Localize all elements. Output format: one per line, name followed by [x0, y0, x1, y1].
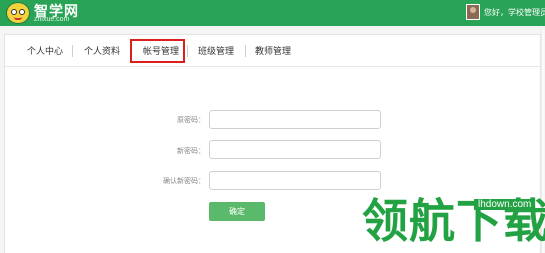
tab-divider: [245, 45, 246, 57]
mascot-logo-icon[interactable]: [6, 2, 30, 24]
old-password-field[interactable]: [209, 110, 381, 129]
tab-personal-info[interactable]: 个人资料: [84, 44, 120, 57]
watermark-url: lhdown.com: [474, 199, 536, 210]
tab-divider: [72, 45, 73, 57]
tab-account-management[interactable]: 帐号管理: [143, 44, 179, 57]
new-password-label: 新密码：: [177, 147, 205, 155]
tab-divider: [187, 45, 188, 57]
confirm-password-label: 确认新密码：: [163, 177, 205, 185]
confirm-password-field[interactable]: [209, 171, 381, 190]
tab-class-management[interactable]: 班级管理: [198, 44, 234, 57]
avatar[interactable]: [466, 4, 480, 20]
user-greeting[interactable]: 您好，学校管理员！: [484, 7, 545, 18]
old-password-label: 原密码：: [177, 116, 205, 124]
confirm-button[interactable]: 确定: [209, 202, 265, 221]
logo-mouth: [14, 17, 22, 20]
tab-bar: 个人中心 个人资料 帐号管理 班级管理 教师管理: [5, 35, 540, 67]
new-password-field[interactable]: [209, 140, 381, 159]
logo-eye-right: [19, 9, 25, 15]
brand-domain: zhixue.com: [34, 16, 70, 23]
tab-personal-center[interactable]: 个人中心: [27, 44, 63, 57]
tab-teacher-management[interactable]: 教师管理: [255, 44, 291, 57]
logo-eye-left: [11, 9, 17, 15]
top-bar: 智学网 zhixue.com 您好，学校管理员！: [0, 0, 545, 26]
